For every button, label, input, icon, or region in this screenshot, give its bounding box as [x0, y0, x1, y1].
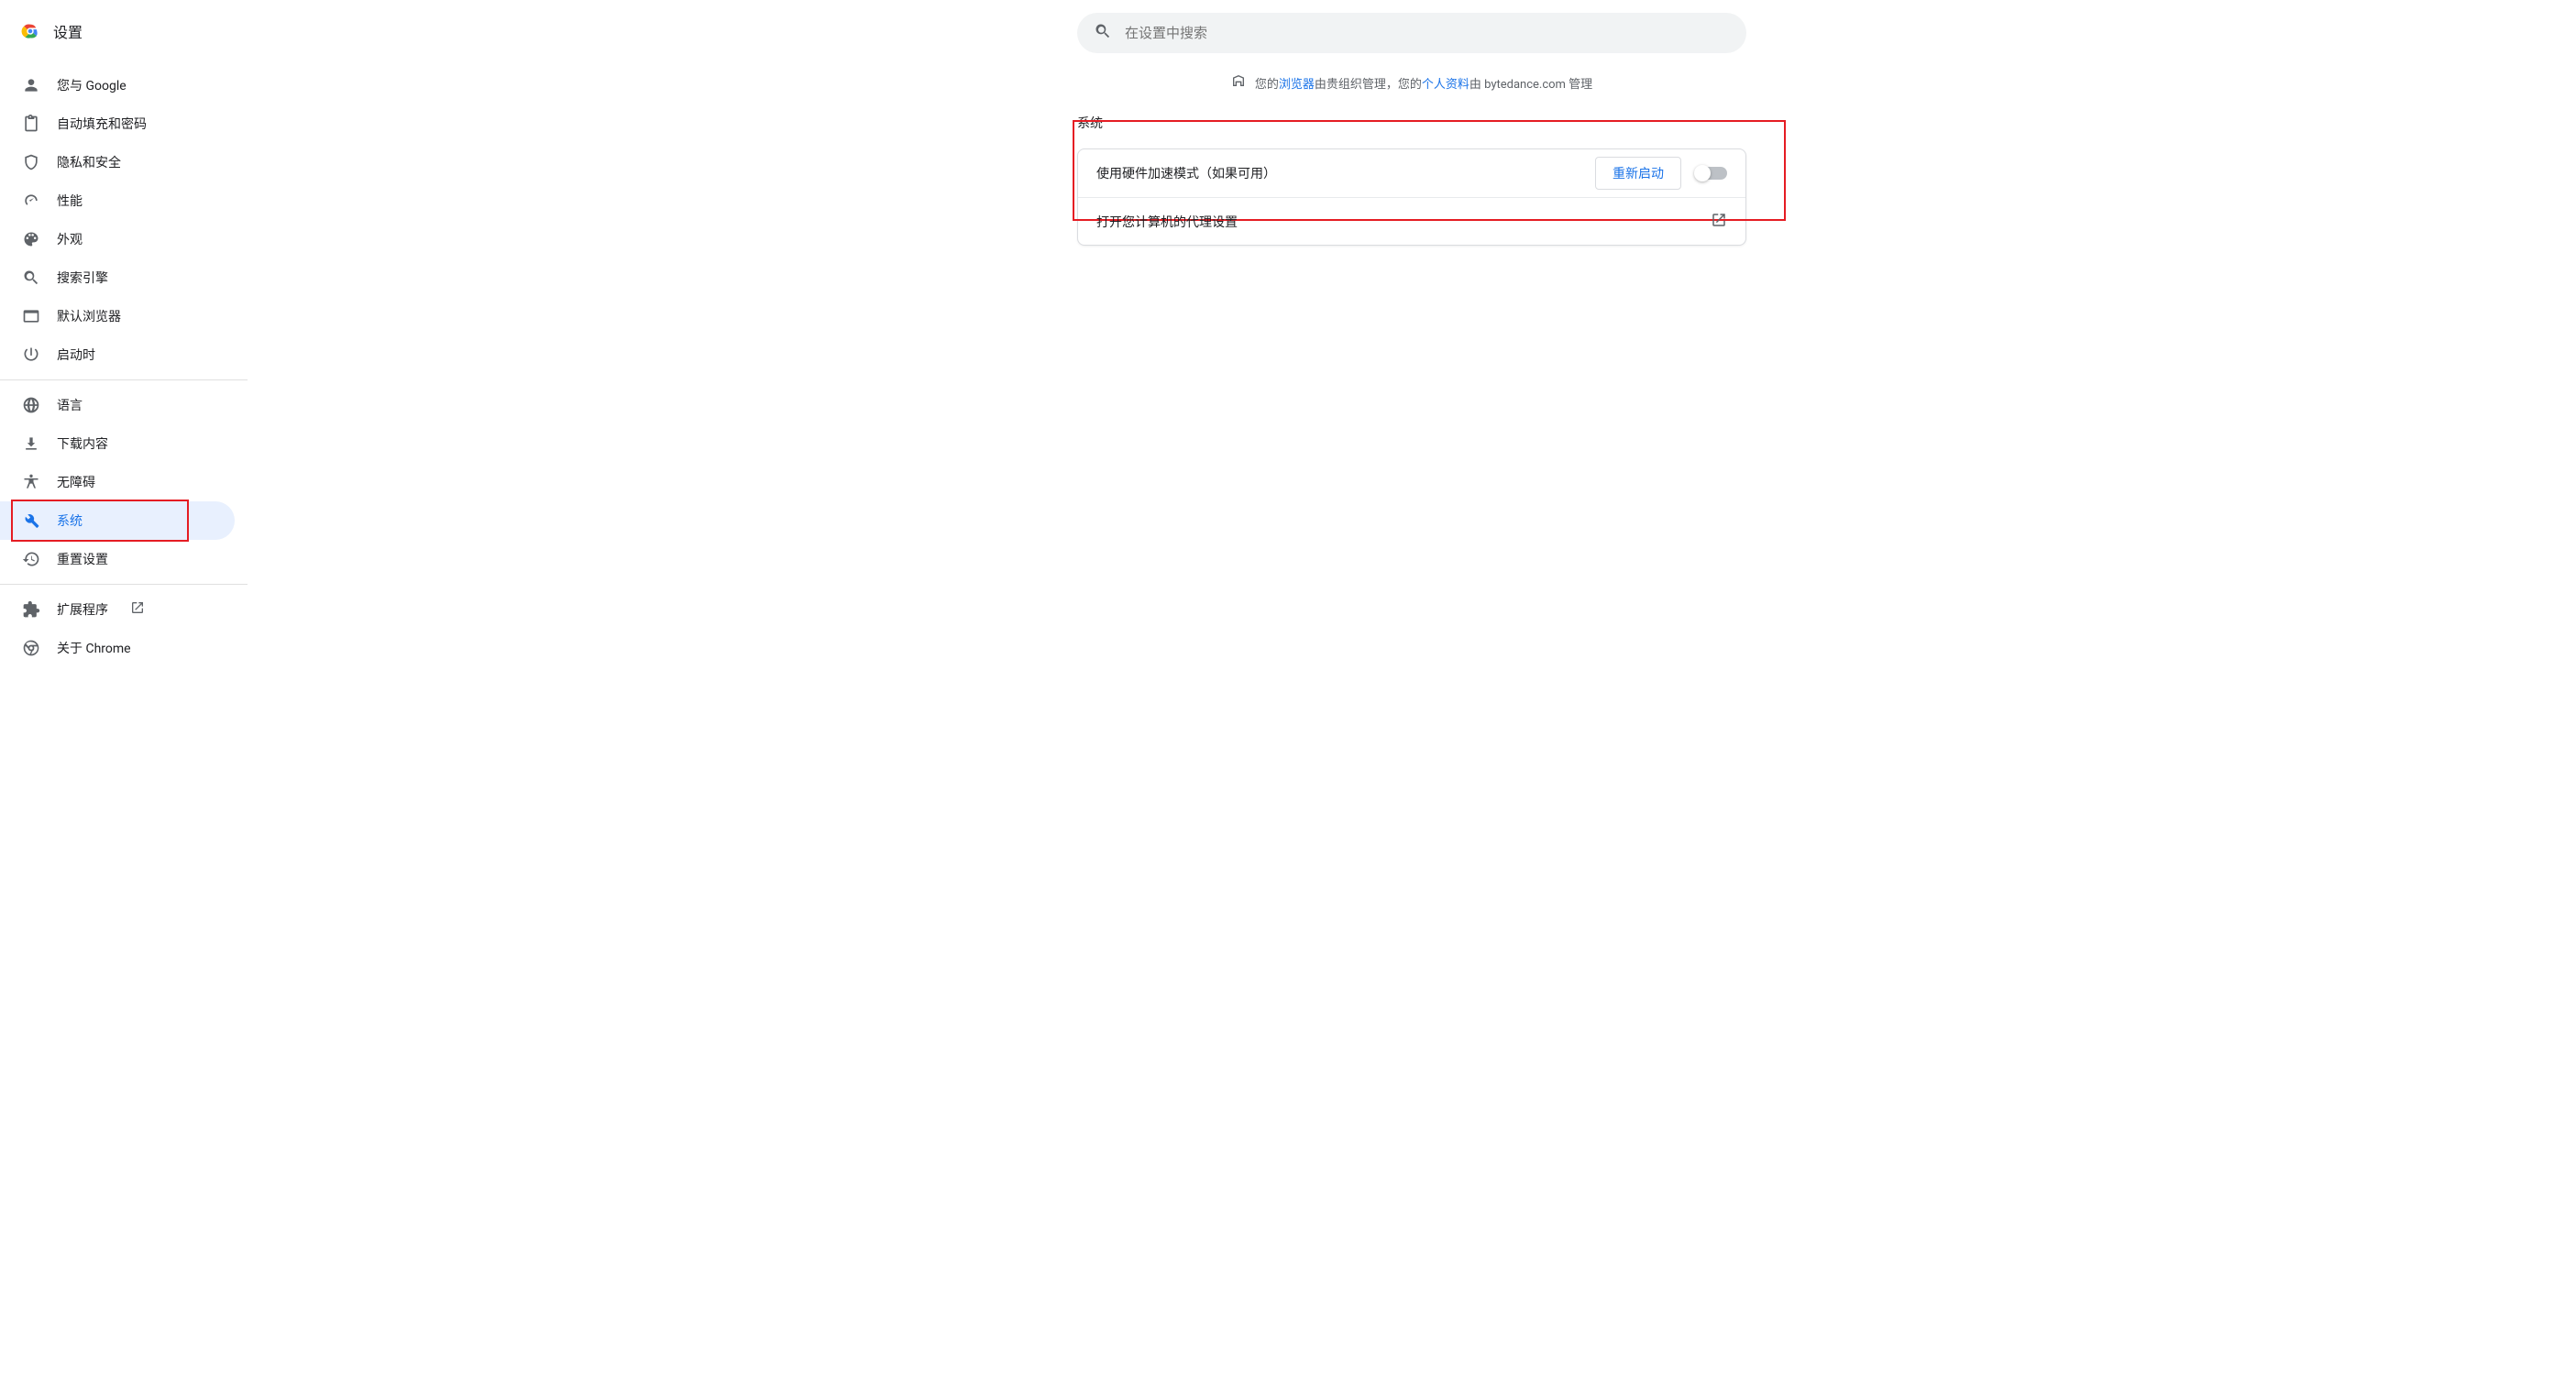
history-icon — [22, 550, 40, 568]
toggle-knob — [1694, 165, 1711, 181]
sidebar-item-languages[interactable]: 语言 — [0, 386, 235, 424]
sidebar-item-privacy[interactable]: 隐私和安全 — [0, 143, 235, 181]
sidebar-item-label: 关于 Chrome — [57, 639, 131, 657]
clipboard-icon — [22, 115, 40, 133]
managed-text: 您的浏览器由贵组织管理，您的个人资料由 bytedance.com 管理 — [1255, 74, 1592, 92]
sidebar-item-about-chrome[interactable]: 关于 Chrome — [0, 629, 235, 667]
sidebar-item-label: 您与 Google — [57, 76, 127, 94]
open-external-icon — [1711, 212, 1727, 232]
sidebar-item-search-engine[interactable]: 搜索引擎 — [0, 258, 235, 297]
sidebar-item-default-browser[interactable]: 默认浏览器 — [0, 297, 235, 335]
search-icon — [22, 269, 40, 287]
browser-link[interactable]: 浏览器 — [1279, 78, 1315, 92]
person-icon — [22, 76, 40, 94]
search-icon — [1094, 22, 1112, 44]
sidebar-item-label: 语言 — [57, 396, 83, 414]
globe-icon — [22, 396, 40, 414]
sidebar-item-appearance[interactable]: 外观 — [0, 220, 235, 258]
sidebar-item-label: 默认浏览器 — [57, 307, 121, 325]
sidebar-item-accessibility[interactable]: 无障碍 — [0, 463, 235, 501]
sidebar-item-performance[interactable]: 性能 — [0, 181, 235, 220]
sidebar-item-label: 启动时 — [57, 346, 95, 364]
sidebar-item-label: 隐私和安全 — [57, 153, 121, 171]
main-content: 您的浏览器由贵组织管理，您的个人资料由 bytedance.com 管理 系统 … — [248, 0, 2576, 1384]
palette-icon — [22, 230, 40, 248]
sidebar-item-you-and-google[interactable]: 您与 Google — [0, 66, 235, 104]
section-title: 系统 — [1077, 114, 1746, 132]
sidebar-item-extensions[interactable]: 扩展程序 — [0, 590, 235, 629]
sidebar: 设置 您与 Google 自动填充和密码 隐私和安全 — [0, 0, 248, 1384]
sidebar-item-label: 性能 — [57, 192, 83, 210]
sidebar-item-on-startup[interactable]: 启动时 — [0, 335, 235, 374]
system-settings-card: 使用硬件加速模式（如果可用） 重新启动 打开您计算机的代理设置 — [1077, 148, 1746, 246]
sidebar-item-autofill[interactable]: 自动填充和密码 — [0, 104, 235, 143]
extension-icon — [22, 600, 40, 619]
sidebar-item-reset[interactable]: 重置设置 — [0, 540, 235, 578]
download-icon — [22, 434, 40, 453]
sidebar-item-label: 无障碍 — [57, 473, 95, 491]
wrench-icon — [22, 511, 40, 530]
open-external-icon — [130, 600, 145, 619]
power-icon — [22, 346, 40, 364]
row-label: 打开您计算机的代理设置 — [1096, 213, 1238, 231]
sidebar-item-system[interactable]: 系统 — [0, 501, 235, 540]
sidebar-item-label: 下载内容 — [57, 434, 108, 453]
settings-title: 设置 — [53, 20, 83, 42]
accessibility-icon — [22, 473, 40, 491]
managed-banner: 您的浏览器由贵组织管理，您的个人资料由 bytedance.com 管理 — [1231, 73, 1592, 92]
search-bar[interactable] — [1077, 13, 1746, 53]
nav-group-b: 语言 下载内容 无障碍 系统 — [0, 380, 248, 584]
nav-group-a: 您与 Google 自动填充和密码 隐私和安全 性能 — [0, 60, 248, 379]
chrome-outline-icon — [22, 639, 40, 657]
hardware-accel-toggle[interactable] — [1696, 167, 1727, 180]
sidebar-item-label: 重置设置 — [57, 550, 108, 568]
settings-header: 设置 — [0, 13, 248, 60]
row-proxy-settings[interactable]: 打开您计算机的代理设置 — [1078, 197, 1745, 245]
sidebar-item-label: 外观 — [57, 230, 83, 248]
sidebar-item-label: 系统 — [57, 511, 83, 530]
chrome-logo-icon — [20, 21, 40, 41]
sidebar-item-label: 搜索引擎 — [57, 269, 108, 287]
profile-link[interactable]: 个人资料 — [1422, 78, 1470, 92]
speedometer-icon — [22, 192, 40, 210]
nav-group-c: 扩展程序 关于 Chrome — [0, 585, 248, 673]
search-input[interactable] — [1125, 25, 1730, 41]
shield-icon — [22, 153, 40, 171]
sidebar-item-label: 自动填充和密码 — [57, 115, 147, 133]
browser-icon — [22, 307, 40, 325]
row-label: 使用硬件加速模式（如果可用） — [1096, 164, 1276, 182]
sidebar-item-label: 扩展程序 — [57, 600, 108, 619]
sidebar-item-downloads[interactable]: 下载内容 — [0, 424, 235, 463]
row-hardware-acceleration: 使用硬件加速模式（如果可用） 重新启动 — [1078, 149, 1745, 197]
relaunch-button[interactable]: 重新启动 — [1595, 157, 1681, 190]
building-icon — [1231, 73, 1246, 92]
